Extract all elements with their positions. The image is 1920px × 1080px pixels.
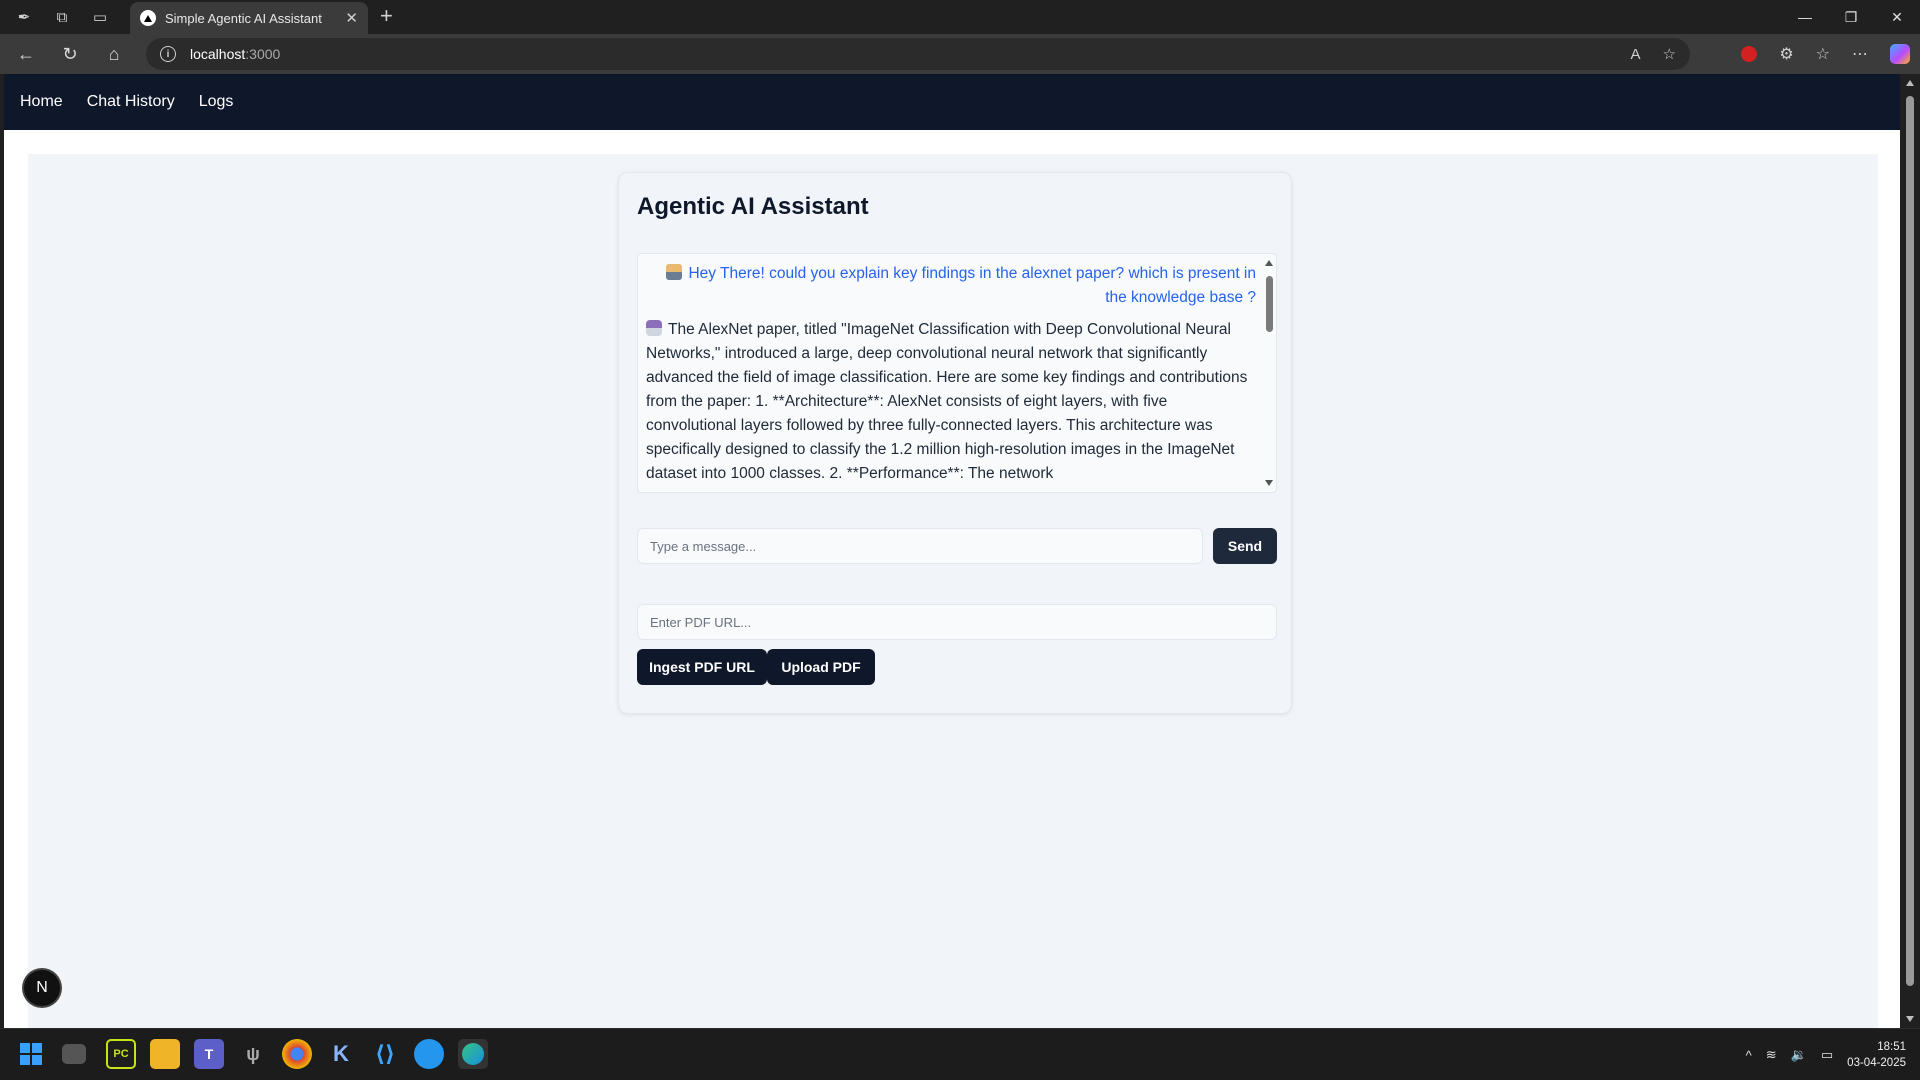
page-scroll-thumb[interactable] — [1906, 96, 1914, 986]
wifi-icon[interactable]: ≋ — [1766, 1047, 1777, 1063]
more-icon[interactable]: ⋯ — [1852, 44, 1868, 64]
extensions-icon[interactable]: ⚙ — [1779, 44, 1793, 64]
file-explorer-icon[interactable] — [150, 1039, 180, 1069]
tab-title: Simple Agentic AI Assistant — [165, 10, 322, 26]
message-input[interactable] — [637, 528, 1203, 564]
system-tray: ^ ≋ 🔉 ▭ 18:51 03-04-2025 — [1746, 1029, 1906, 1080]
predator-icon[interactable]: ψ — [238, 1039, 268, 1069]
workspaces-icon[interactable]: ⧉ — [48, 3, 76, 31]
docker-icon[interactable] — [414, 1039, 444, 1069]
chat-scrollbar[interactable] — [1262, 254, 1276, 492]
address-bar[interactable]: i localhost:3000 A ☆ — [146, 38, 1690, 70]
read-aloud-icon[interactable]: A — [1631, 46, 1641, 63]
window-controls: — ❐ ✕ — [1782, 0, 1920, 34]
favorite-star-icon[interactable]: ☆ — [1663, 45, 1676, 63]
k-app-icon[interactable]: K — [326, 1039, 356, 1069]
page-scrollbar[interactable] — [1900, 74, 1920, 1028]
profile-icon[interactable]: ✒ — [10, 3, 38, 31]
extension-icon[interactable] — [1741, 46, 1758, 62]
clock-time: 18:51 — [1877, 1041, 1906, 1053]
browser-tab[interactable]: Simple Agentic AI Assistant ✕ — [130, 2, 368, 34]
ingest-pdf-url-button[interactable]: Ingest PDF URL — [637, 649, 767, 685]
site-info-icon[interactable]: i — [160, 46, 176, 62]
url-host: localhost — [190, 46, 246, 62]
vertical-tabs-icon[interactable]: ▭ — [86, 3, 114, 31]
browser-titlebar: ✒ ⧉ ▭ Simple Agentic AI Assistant ✕ + — … — [0, 0, 1920, 34]
back-icon[interactable]: ← — [8, 38, 44, 70]
window-close-icon[interactable]: ✕ — [1874, 0, 1920, 34]
windows-taskbar: PC T ψ K ⟨⟩ ^ ≋ 🔉 ▭ 18:51 03-04-2025 — [0, 1028, 1920, 1080]
scroll-down-icon[interactable] — [1265, 480, 1273, 486]
nav-home[interactable]: Home — [20, 93, 63, 111]
send-button[interactable]: Send — [1213, 528, 1277, 564]
show-hidden-icons-icon[interactable]: ^ — [1746, 1048, 1752, 1063]
tab-favicon-icon — [140, 10, 156, 26]
pycharm-icon[interactable]: PC — [106, 1039, 136, 1069]
chat-messages: Hey There! could you explain key finding… — [646, 262, 1256, 486]
pdf-url-input[interactable] — [637, 604, 1277, 640]
nav-chat-history[interactable]: Chat History — [87, 93, 175, 111]
page-title: Agentic AI Assistant — [637, 193, 869, 220]
refresh-icon[interactable]: ↻ — [52, 38, 88, 70]
tab-close-icon[interactable]: ✕ — [345, 9, 358, 27]
copilot-icon[interactable] — [1890, 44, 1910, 64]
vscode-icon[interactable]: ⟨⟩ — [370, 1039, 400, 1069]
scroll-up-icon[interactable] — [1265, 260, 1273, 266]
robot-avatar-icon — [646, 320, 662, 336]
minimize-icon[interactable]: — — [1782, 0, 1828, 34]
url-port: :3000 — [245, 46, 281, 62]
assistant-message-text: The AlexNet paper, titled "ImageNet Clas… — [646, 321, 1248, 482]
user-avatar-icon — [666, 264, 683, 280]
upload-pdf-button[interactable]: Upload PDF — [767, 649, 875, 685]
assistant-card: Agentic AI Assistant Hey There! could yo… — [618, 172, 1292, 714]
page-viewport: Home Chat History Logs Agentic AI Assist… — [4, 74, 1900, 1028]
assistant-message: The AlexNet paper, titled "ImageNet Clas… — [646, 318, 1256, 486]
page-scroll-up-icon[interactable] — [1906, 80, 1914, 86]
user-message: Hey There! could you explain key finding… — [646, 262, 1256, 310]
home-icon[interactable]: ⌂ — [96, 38, 132, 70]
nextjs-dev-badge[interactable]: N — [24, 970, 60, 1006]
volume-icon[interactable]: 🔉 — [1791, 1047, 1807, 1063]
user-message-text: Hey There! could you explain key finding… — [688, 265, 1256, 306]
battery-icon[interactable]: ▭ — [1821, 1047, 1833, 1063]
scroll-thumb[interactable] — [1266, 276, 1273, 332]
edge-icon[interactable] — [458, 1039, 488, 1069]
teams-icon[interactable]: T — [194, 1039, 224, 1069]
nav-logs[interactable]: Logs — [199, 93, 234, 111]
restore-icon[interactable]: ❐ — [1828, 0, 1874, 34]
browser-toolbar: ← ↻ ⌂ i localhost:3000 A ☆ ⚙ ☆ ⋯ — [0, 34, 1920, 74]
clock[interactable]: 18:51 03-04-2025 — [1847, 1039, 1906, 1071]
new-tab-icon[interactable]: + — [380, 4, 393, 28]
chrome-icon[interactable] — [282, 1039, 312, 1069]
page-scroll-down-icon[interactable] — [1906, 1016, 1914, 1022]
top-navbar: Home Chat History Logs — [4, 74, 1900, 130]
favorites-icon[interactable]: ☆ — [1816, 44, 1830, 64]
start-icon[interactable] — [16, 1039, 46, 1069]
chat-window[interactable]: Hey There! could you explain key finding… — [637, 253, 1277, 493]
task-view-icon[interactable] — [62, 1044, 86, 1064]
clock-date: 03-04-2025 — [1847, 1057, 1906, 1069]
